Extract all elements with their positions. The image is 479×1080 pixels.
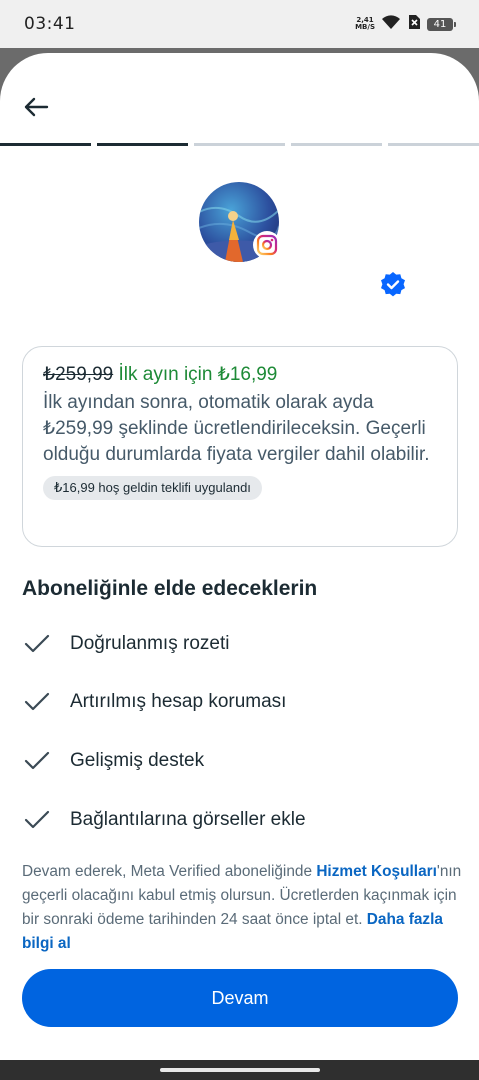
benefit-item: Gelişmiş destek — [22, 745, 442, 777]
check-icon — [22, 632, 52, 656]
subscription-sheet: ₺259,99 İlk ayın için ₺16,99 İlk ayından… — [0, 53, 479, 1060]
network-speed-unit: MB/S — [355, 23, 375, 31]
gesture-handle[interactable] — [160, 1068, 320, 1072]
welcome-offer-chip: ₺16,99 hoş geldin teklifi uygulandı — [43, 476, 262, 500]
progress-step — [0, 143, 91, 146]
progress-step — [291, 143, 382, 146]
status-bar: 03:41 2,41 MB/S 41 — [0, 0, 479, 48]
benefit-label: Doğrulanmış rozeti — [70, 633, 230, 654]
system-nav-bar — [0, 1060, 479, 1080]
continue-button[interactable]: Devam — [22, 969, 458, 1027]
benefit-item: Doğrulanmış rozeti — [22, 628, 442, 660]
progress-step — [388, 143, 479, 146]
benefit-item: Bağlantılarına görseller ekle — [22, 804, 442, 836]
terms-text-part: Devam ederek, Meta Verified aboneliğinde — [22, 863, 317, 880]
wifi-icon — [381, 14, 401, 35]
arrow-left-icon — [23, 96, 49, 123]
verified-badge-icon — [379, 271, 407, 299]
profile-avatar — [199, 182, 281, 264]
progress-step — [97, 143, 188, 146]
step-progress — [0, 143, 479, 147]
benefit-label: Artırılmış hesap koruması — [70, 691, 287, 712]
status-time: 03:41 — [24, 14, 76, 34]
price-line: ₺259,99 İlk ayın için ₺16,99 — [43, 361, 437, 389]
instagram-icon — [253, 231, 281, 259]
no-sim-icon — [407, 14, 421, 35]
progress-step — [194, 143, 285, 146]
terms-of-service-link[interactable]: Hizmet Koşulları — [316, 863, 437, 880]
price-description: İlk ayından sonra, otomatik olarak ayda … — [43, 392, 430, 465]
promo-price: İlk ayın için ₺16,99 — [118, 364, 278, 385]
benefit-label: Bağlantılarına görseller ekle — [70, 809, 306, 830]
benefit-item: Artırılmış hesap koruması — [22, 686, 442, 718]
check-icon — [22, 749, 52, 773]
terms-text: Devam ederek, Meta Verified aboneliğinde… — [22, 860, 462, 956]
battery-indicator: 41 — [427, 17, 456, 31]
back-button[interactable] — [20, 95, 52, 123]
check-icon — [22, 808, 52, 832]
network-speed: 2,41 MB/S — [355, 17, 375, 31]
status-icons: 2,41 MB/S 41 — [355, 14, 456, 35]
benefit-label: Gelişmiş destek — [70, 750, 205, 771]
old-price: ₺259,99 — [43, 364, 114, 385]
check-icon — [22, 690, 52, 714]
benefits-title: Aboneliğinle elde edeceklerin — [22, 577, 318, 600]
offer-card: ₺259,99 İlk ayın için ₺16,99 İlk ayından… — [22, 346, 458, 547]
